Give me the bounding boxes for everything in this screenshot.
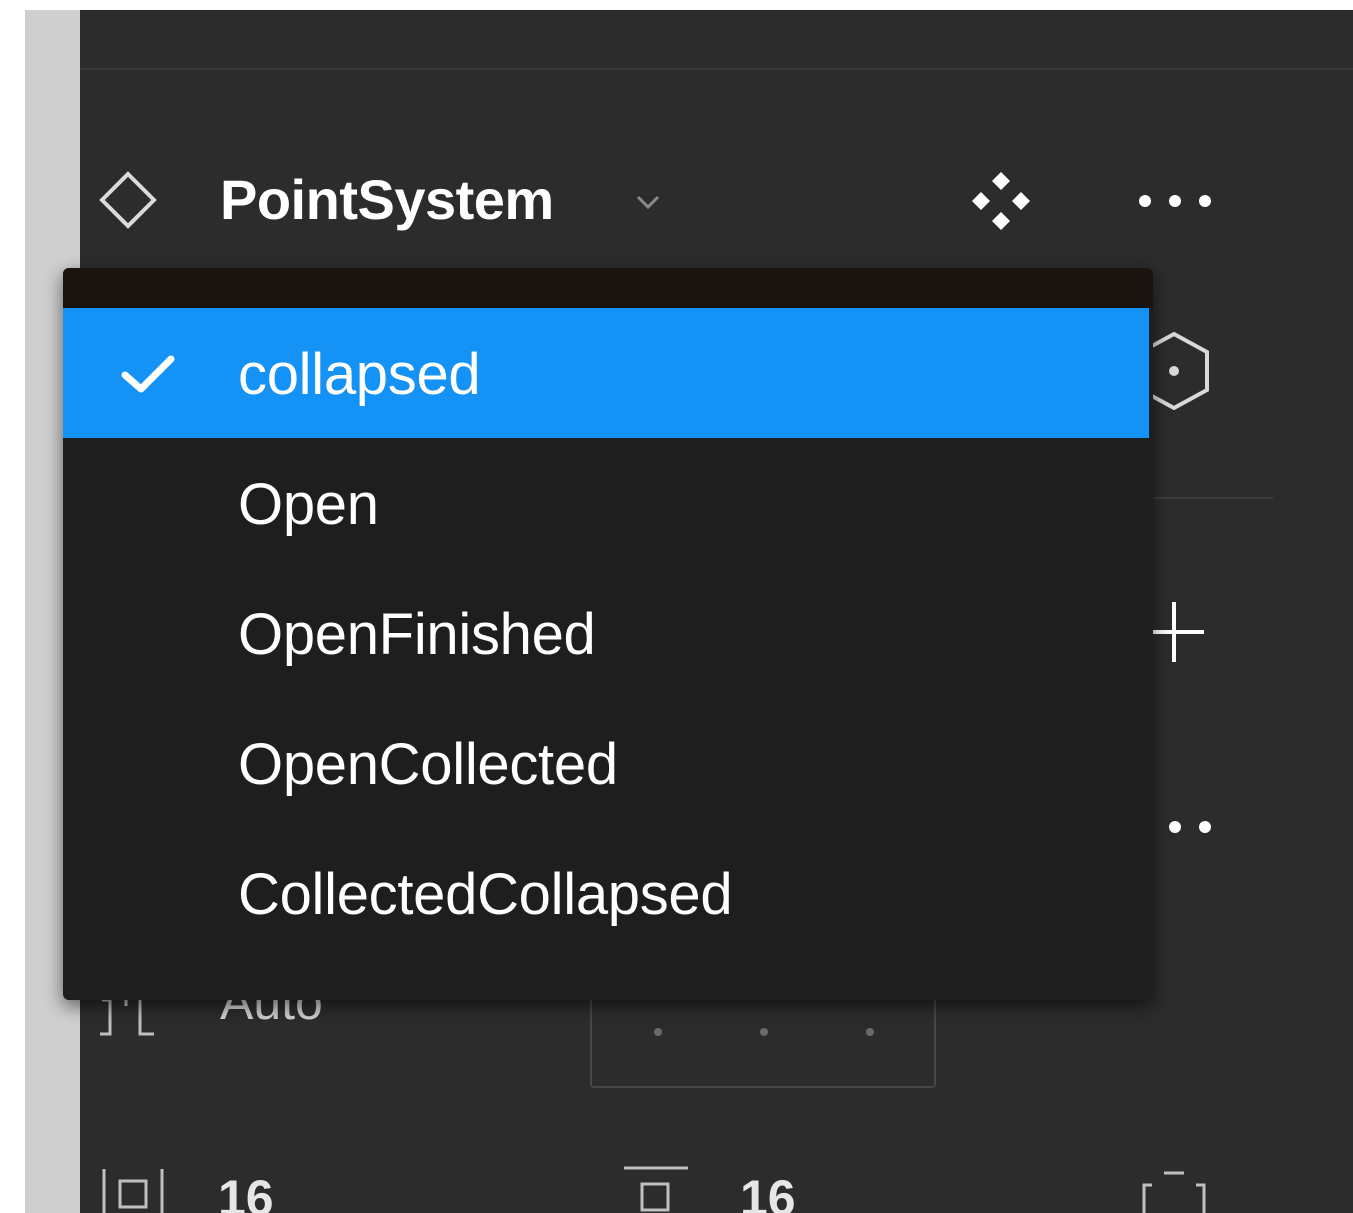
dropdown-option-label: collapsed [238, 342, 481, 407]
vertical-padding-value[interactable]: 16 [740, 1168, 796, 1213]
alignment-dot[interactable] [760, 1028, 768, 1036]
component-name[interactable]: PointSystem [220, 165, 554, 235]
horizontal-padding-icon [102, 1169, 164, 1213]
check-icon [121, 355, 175, 393]
dropdown-option-open[interactable]: Open [63, 438, 1149, 568]
dropdown-option-collapsed[interactable]: collapsed [63, 308, 1149, 438]
alignment-dot[interactable] [654, 1028, 662, 1036]
dropdown-option-label: OpenCollected [238, 732, 618, 797]
screenshot-root: PointSystem Auto 16 16 collapsed Open Op… [0, 0, 1353, 1213]
more-icon[interactable] [1130, 186, 1220, 216]
dropdown-option-collectedcollapsed[interactable]: CollectedCollapsed [63, 828, 1149, 958]
chevron-down-icon[interactable] [630, 187, 666, 217]
dropdown-option-openfinished[interactable]: OpenFinished [63, 568, 1149, 698]
resizing-icon[interactable] [1140, 1165, 1208, 1213]
dropdown-option-label: OpenFinished [238, 602, 596, 667]
variants-icon[interactable] [968, 168, 1034, 234]
dropdown-option-label: CollectedCollapsed [238, 862, 733, 927]
dropdown-option-opencollected[interactable]: OpenCollected [63, 698, 1149, 828]
dropdown-top-edge [63, 268, 1153, 308]
variant-property-dropdown[interactable]: collapsed Open OpenFinished OpenCollecte… [63, 268, 1153, 1000]
panel-top-bar [80, 10, 1353, 70]
alignment-dot[interactable] [866, 1028, 874, 1036]
horizontal-padding-value[interactable]: 16 [218, 1168, 274, 1213]
dropdown-option-label: Open [238, 472, 379, 537]
vertical-padding-icon [624, 1166, 688, 1212]
component-diamond-icon [99, 171, 157, 229]
